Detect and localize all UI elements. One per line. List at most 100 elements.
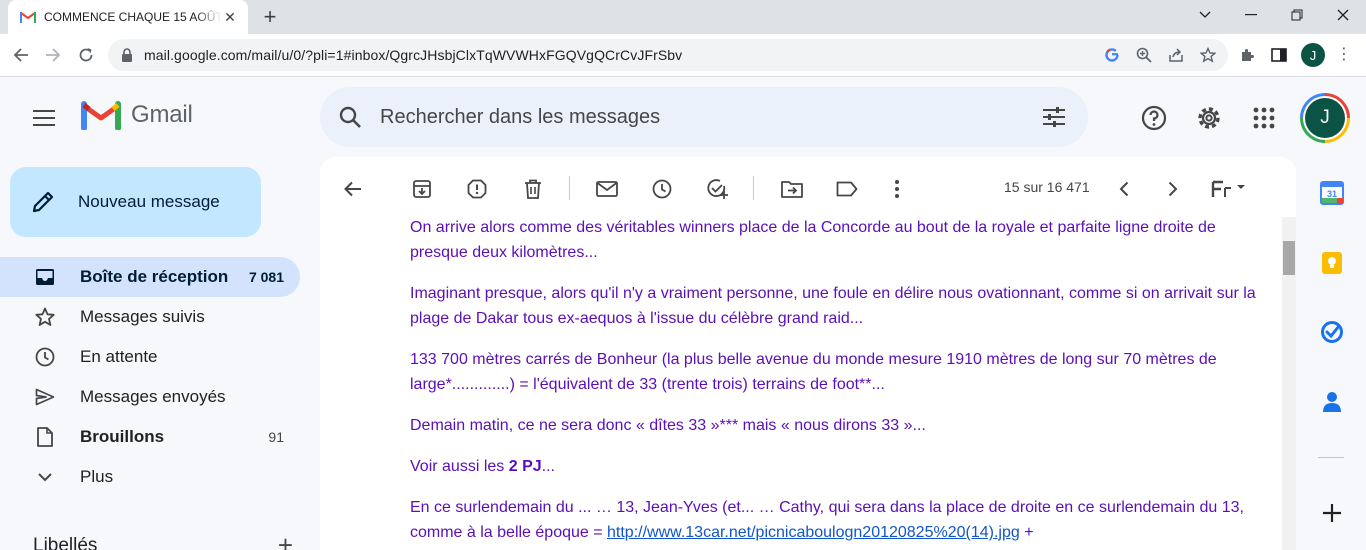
sidebar-item-label: Brouillons: [80, 427, 165, 446]
apps-grid-icon[interactable]: [1243, 97, 1285, 139]
clock-icon: [34, 347, 56, 367]
browser-tab-gmail[interactable]: COMMENCE CHAQUE 15 AOÛT !... - j ✕: [8, 0, 248, 34]
close-window-button[interactable]: [1320, 0, 1366, 30]
browser-profile-avatar[interactable]: J: [1301, 43, 1325, 67]
google-lens-icon[interactable]: [1099, 42, 1125, 68]
back-button[interactable]: [6, 40, 36, 70]
sidebar-item-label: Messages suivis: [80, 307, 205, 326]
tab-title: COMMENCE CHAQUE 15 AOÛT !... - j: [44, 10, 222, 24]
snooze-clock-icon[interactable]: [643, 170, 681, 208]
archive-icon[interactable]: [403, 170, 441, 208]
contacts-icon[interactable]: [1316, 386, 1348, 418]
older-message-icon[interactable]: [1154, 170, 1192, 208]
add-label-icon[interactable]: +: [278, 530, 293, 550]
keep-icon[interactable]: [1316, 247, 1348, 279]
inbox-icon: [34, 268, 56, 286]
mark-unread-icon[interactable]: [588, 170, 626, 208]
sidebar-item-sent[interactable]: Messages envoyés: [0, 377, 300, 417]
gmail-logo-text: Gmail: [131, 101, 193, 128]
report-spam-icon[interactable]: [458, 170, 496, 208]
zoom-icon[interactable]: [1131, 42, 1157, 68]
compose-label: Nouveau message: [78, 192, 220, 211]
sidebar-item-starred[interactable]: Messages suivis: [0, 297, 300, 337]
add-to-tasks-icon[interactable]: [698, 170, 736, 208]
draft-count: 91: [268, 429, 284, 445]
minimize-button[interactable]: [1228, 0, 1274, 30]
star-icon: [34, 307, 56, 327]
tasks-icon[interactable]: [1316, 316, 1348, 348]
side-panel-divider: [1318, 457, 1344, 458]
unread-count: 7 081: [248, 269, 284, 285]
search-options-icon[interactable]: [1020, 106, 1088, 128]
extensions-icon[interactable]: [1234, 42, 1260, 68]
browser-toolbar: mail.google.com/mail/u/0/?pli=1#inbox/Qg…: [0, 34, 1366, 77]
sidebar-item-label: Messages envoyés: [80, 387, 226, 406]
sidebar-item-drafts[interactable]: Brouillons 91: [0, 417, 300, 457]
settings-gear-icon[interactable]: [1188, 97, 1230, 139]
side-panel-icon[interactable]: [1266, 42, 1292, 68]
browser-menu-icon[interactable]: ⋮: [1336, 44, 1352, 64]
more-options-icon[interactable]: [878, 170, 916, 208]
message-toolbar: 15 sur 16 471: [320, 157, 1296, 217]
message-panel: 15 sur 16 471 On arrive alors comme des …: [320, 157, 1296, 550]
message-paragraph: On arrive alors comme des véritables win…: [410, 219, 1216, 261]
search-icon[interactable]: [320, 105, 380, 129]
search-bar[interactable]: Rechercher dans les messages: [320, 87, 1088, 147]
restore-button[interactable]: [1274, 0, 1320, 30]
attachments-count-text: 2 PJ: [508, 458, 542, 475]
draft-icon: [34, 427, 56, 447]
account-avatar[interactable]: J: [1300, 93, 1350, 143]
message-paragraph: 133 700 mètres carrés de Bonheur (la plu…: [410, 351, 1217, 393]
toolbar-divider: [753, 176, 754, 200]
labels-heading: Libellés: [33, 534, 98, 550]
back-to-inbox-icon[interactable]: [334, 170, 372, 208]
message-paragraph: Voir aussi les 2 PJ...: [410, 454, 1260, 479]
main-menu-icon[interactable]: [24, 97, 66, 139]
message-scrollbar-thumb[interactable]: [1283, 241, 1295, 275]
pencil-icon: [30, 189, 56, 215]
message-body: On arrive alors comme des véritables win…: [410, 215, 1260, 550]
calendar-icon[interactable]: 31: [1316, 177, 1348, 209]
sidebar-item-label: Plus: [80, 467, 114, 486]
message-paragraph: Imaginant presque, alors qu'il n'y a vra…: [410, 285, 1256, 327]
add-addon-icon[interactable]: [1316, 497, 1348, 529]
gmail-logo[interactable]: Gmail: [81, 100, 193, 130]
account-initial: J: [1305, 98, 1345, 138]
paragraph-text: Voir aussi les: [410, 458, 509, 475]
search-input[interactable]: Rechercher dans les messages: [380, 106, 1020, 129]
sidebar-item-more[interactable]: Plus: [0, 457, 300, 497]
paragraph-text: ...: [541, 458, 555, 475]
chevron-down-icon: [34, 472, 56, 482]
address-bar[interactable]: mail.google.com/mail/u/0/?pli=1#inbox/Qg…: [108, 39, 1228, 71]
delete-trash-icon[interactable]: [514, 170, 552, 208]
gmail-favicon-icon: [20, 12, 36, 23]
newer-message-icon[interactable]: [1105, 170, 1143, 208]
reload-button[interactable]: [71, 40, 101, 70]
help-icon[interactable]: [1133, 97, 1175, 139]
tab-close-icon[interactable]: ✕: [222, 9, 238, 25]
labels-section-header: Libellés +: [33, 530, 293, 550]
share-icon[interactable]: [1163, 42, 1189, 68]
new-tab-button[interactable]: +: [258, 4, 282, 29]
move-to-folder-icon[interactable]: [773, 170, 811, 208]
sidebar-item-inbox[interactable]: Boîte de réception 7 081: [0, 257, 300, 297]
sidebar-item-label: En attente: [80, 347, 158, 366]
image-link[interactable]: http://www.13car.net/picnicaboulogn20120…: [607, 524, 1020, 541]
send-icon: [34, 388, 56, 406]
svg-text:31: 31: [1327, 189, 1337, 199]
toolbar-divider: [569, 176, 570, 200]
message-paragraph: Demain matin, ce ne sera donc « dîtes 33…: [410, 417, 926, 434]
bookmark-star-icon[interactable]: [1195, 42, 1221, 68]
label-tag-icon[interactable]: [828, 170, 866, 208]
message-pager: 15 sur 16 471: [1004, 179, 1090, 195]
lock-icon: [122, 48, 132, 62]
sidebar-nav: Boîte de réception 7 081 Messages suivis…: [0, 257, 300, 497]
sidebar-item-snoozed[interactable]: En attente: [0, 337, 300, 377]
input-tools-icon[interactable]: [1204, 170, 1254, 208]
tab-search-icon[interactable]: [1182, 0, 1228, 30]
paragraph-text: +: [1019, 524, 1034, 541]
message-paragraph: En ce surlendemain du ... … 13, Jean-Yve…: [410, 495, 1260, 545]
forward-button[interactable]: [38, 40, 68, 70]
browser-tabstrip: COMMENCE CHAQUE 15 AOÛT !... - j ✕ +: [0, 0, 1366, 34]
compose-button[interactable]: Nouveau message: [10, 167, 261, 237]
